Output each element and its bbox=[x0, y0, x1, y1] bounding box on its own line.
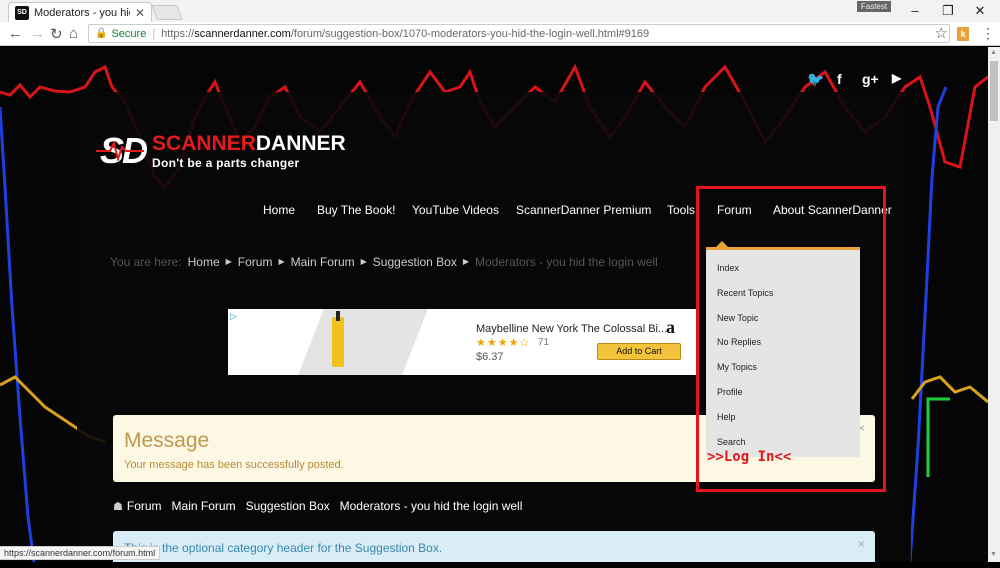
ad-rating-count: 71 bbox=[538, 337, 550, 348]
browser-tab[interactable]: SD Moderators - you hid th ✕ bbox=[8, 2, 152, 22]
nav-scannerdanner-premium[interactable]: ScannerDanner Premium bbox=[516, 203, 651, 217]
secure-label: Secure bbox=[111, 27, 147, 40]
scroll-down-icon[interactable]: ▼ bbox=[990, 551, 997, 558]
bookmark-star-icon[interactable]: ☆ bbox=[935, 24, 948, 42]
maximize-icon[interactable]: ❐ bbox=[938, 3, 958, 19]
mascara-cap bbox=[336, 311, 340, 321]
logo-tagline: Don't be a parts changer bbox=[152, 156, 300, 170]
breadcrumb-arrow-icon: ▶ bbox=[225, 257, 232, 266]
web-page: 🐦 f g+ ▶ SD SCANNERDANNER Don't be a par… bbox=[0, 47, 988, 562]
browser-menu-icon[interactable]: ⋮ bbox=[981, 25, 995, 42]
twitter-icon[interactable]: 🐦 bbox=[807, 71, 824, 88]
breadcrumb-forum[interactable]: Forum bbox=[238, 255, 273, 269]
google-plus-icon[interactable]: g+ bbox=[862, 71, 879, 87]
minimize-icon[interactable]: – bbox=[905, 3, 925, 18]
url-input[interactable]: 🔒 Secure | https:// scannerdanner.com /f… bbox=[88, 24, 950, 43]
tab-title: Moderators - you hid th bbox=[34, 6, 130, 19]
nav-youtube-videos[interactable]: YouTube Videos bbox=[412, 203, 499, 217]
category-info-alert: This is the optional category header for… bbox=[113, 531, 875, 562]
breadcrumb: You are here: Home ▶ Forum ▶ Main Forum … bbox=[110, 255, 658, 269]
ad-product-image[interactable] bbox=[298, 309, 428, 375]
url-path: /forum/suggestion-box/1070-moderators-yo… bbox=[290, 27, 650, 40]
breadcrumb-suggestion-box[interactable]: Suggestion Box bbox=[373, 255, 457, 269]
address-bar-row: ← → ↻ ⌂ 🔒 Secure | https:// scannerdanne… bbox=[0, 22, 1000, 46]
nav-home[interactable]: Home bbox=[263, 203, 295, 217]
browser-tab-strip: SD Moderators - you hid th ✕ Fastest – ❐… bbox=[0, 0, 1000, 22]
breadcrumb-arrow-icon: ▶ bbox=[278, 257, 285, 266]
site-favicon-icon: SD bbox=[15, 5, 29, 20]
ad-rating-stars-icon: ★★★★☆ bbox=[476, 337, 531, 349]
url-scheme: https:// bbox=[161, 27, 195, 40]
ad-banner[interactable]: ▷ Maybelline New York The Colossal Bi...… bbox=[228, 309, 698, 375]
forward-arrow-icon[interactable]: → bbox=[30, 25, 45, 42]
page-scrollbar[interactable]: ▲ ▼ bbox=[988, 47, 1000, 562]
url-divider: | bbox=[152, 27, 156, 40]
site-logo[interactable]: SD SCANNERDANNER Don't be a parts change… bbox=[96, 130, 346, 172]
adchoices-icon[interactable]: ▷ bbox=[230, 311, 237, 322]
reload-icon[interactable]: ↻ bbox=[50, 25, 63, 43]
extension-icon[interactable]: k bbox=[957, 27, 969, 41]
annotation-highlight-box bbox=[696, 186, 886, 492]
breadcrumb-current: Moderators - you hid the login well bbox=[475, 255, 658, 269]
breadcrumb-home[interactable]: Home bbox=[188, 255, 220, 269]
facebook-icon[interactable]: f bbox=[837, 71, 842, 87]
mascara-image bbox=[332, 317, 344, 367]
scroll-up-icon[interactable]: ▲ bbox=[990, 49, 997, 56]
breadcrumb-main-forum[interactable]: Main Forum bbox=[291, 255, 355, 269]
forum-crumb-topic[interactable]: Moderators - you hid the login well bbox=[340, 499, 523, 513]
info-close-icon[interactable]: × bbox=[858, 537, 865, 551]
url-host: scannerdanner.com bbox=[194, 27, 291, 40]
amazon-logo-icon: a bbox=[666, 317, 675, 337]
ad-price: $6.37 bbox=[476, 351, 504, 363]
nav-buy-the-book[interactable]: Buy The Book! bbox=[317, 203, 396, 217]
status-bar-url: https://scannerdanner.com/forum.html bbox=[0, 546, 161, 560]
category-info-text: This is the optional category header for… bbox=[124, 541, 443, 555]
forum-crumb-suggestion-box[interactable]: Suggestion Box bbox=[246, 499, 330, 513]
message-title: Message bbox=[124, 429, 210, 452]
home-icon[interactable]: ⌂ bbox=[69, 25, 78, 42]
breadcrumb-prefix: You are here: bbox=[110, 255, 182, 269]
add-to-cart-button[interactable]: Add to Cart bbox=[597, 343, 681, 360]
back-arrow-icon[interactable]: ← bbox=[8, 25, 23, 42]
home-icon: ☗ bbox=[113, 500, 123, 513]
logo-name: SCANNERDANNER bbox=[152, 132, 346, 155]
forum-crumb-main-forum[interactable]: Main Forum bbox=[172, 499, 236, 513]
scroll-thumb[interactable] bbox=[990, 61, 998, 121]
breadcrumb-arrow-icon: ▶ bbox=[462, 257, 470, 266]
close-window-icon[interactable]: ✕ bbox=[970, 3, 990, 19]
breadcrumb-arrow-icon: ▶ bbox=[360, 257, 367, 266]
forum-crumb-forum[interactable]: Forum bbox=[127, 499, 162, 513]
youtube-icon[interactable]: ▶ bbox=[892, 71, 901, 85]
lock-icon: 🔒 bbox=[95, 28, 108, 39]
tab-close-icon[interactable]: ✕ bbox=[135, 6, 145, 20]
annotation-login-text: >>Log In<< bbox=[707, 449, 792, 465]
forum-breadcrumb: ☗ Forum Main Forum Suggestion Box Modera… bbox=[113, 499, 522, 513]
message-text: Your message has been successfully poste… bbox=[124, 459, 344, 471]
heartbeat-icon bbox=[96, 141, 145, 161]
ad-product-title[interactable]: Maybelline New York The Colossal Bi... bbox=[476, 323, 667, 335]
profile-badge[interactable]: Fastest bbox=[857, 1, 891, 12]
new-tab-button[interactable] bbox=[151, 5, 183, 20]
nav-tools[interactable]: Tools bbox=[667, 203, 695, 217]
